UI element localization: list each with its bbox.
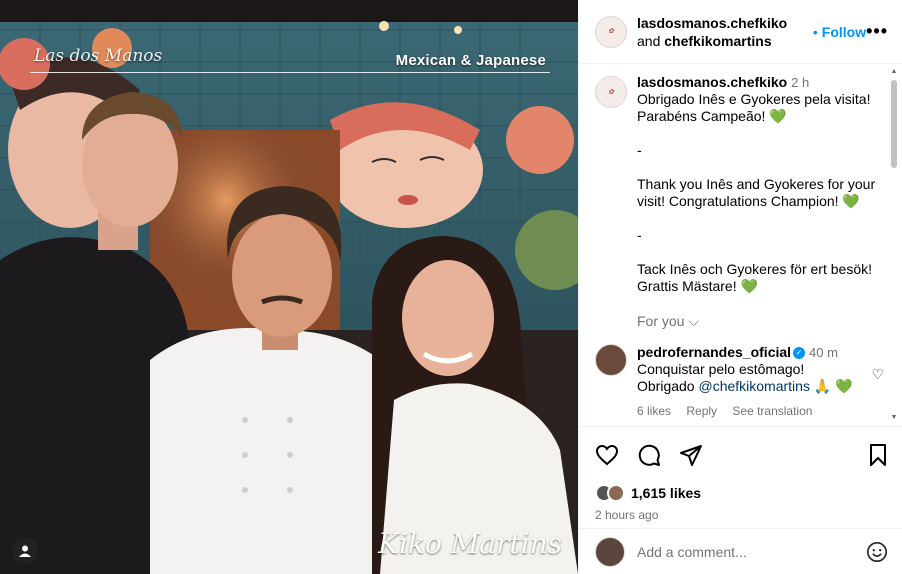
likes-count-link[interactable]: 1,615 likes — [631, 485, 701, 501]
comment-emoji: 🙏 💚 — [809, 378, 853, 394]
comment-meta: 6 likes Reply See translation — [637, 403, 857, 420]
restaurant-logo-icon: ✿ — [608, 27, 614, 35]
restaurant-logo-text: Las dos Manos — [34, 46, 163, 66]
author-username[interactable]: lasdosmanos.chefkiko — [637, 15, 787, 31]
chevron-down-icon: ⌵ — [688, 313, 699, 329]
author-avatar[interactable]: ✿ — [595, 15, 627, 48]
caption-body: lasdosmanos.chefkiko 2 h Obrigado Inês e … — [637, 74, 877, 330]
scroll-up-arrow-icon[interactable]: ▲ — [890, 68, 898, 76]
share-send-icon[interactable] — [679, 443, 703, 467]
emoji-smiley-icon[interactable] — [866, 541, 888, 563]
caption-username[interactable]: lasdosmanos.chefkiko — [637, 74, 787, 90]
restaurant-logo-icon: ✿ — [608, 87, 614, 96]
follow-separator: • — [812, 23, 818, 40]
for-you-label: For you — [637, 313, 685, 329]
photo-scene — [0, 0, 578, 574]
post-header: ✿ lasdosmanos.chefkiko and chefkikomarti… — [579, 0, 902, 64]
viewer-avatar — [595, 536, 625, 567]
post-side-panel: ✿ lasdosmanos.chefkiko and chefkikomarti… — [578, 0, 902, 574]
reply-button[interactable]: Reply — [686, 404, 717, 418]
caption-author-avatar[interactable]: ✿ — [595, 76, 627, 108]
divider-line — [30, 72, 550, 73]
scroll-down-arrow-icon[interactable]: ▼ — [890, 414, 898, 422]
cuisine-text: Mexican & Japanese — [395, 52, 546, 69]
commenter-username[interactable]: pedrofernandes_oficial — [637, 344, 791, 360]
tagged-users-button[interactable] — [12, 538, 38, 564]
caption-paragraph: - — [637, 227, 642, 243]
caption-paragraph: Obrigado Inês e Gyokeres pela visita! Pa… — [637, 91, 871, 124]
comment-likes-link[interactable]: 6 likes — [637, 404, 671, 418]
for-you-link[interactable]: For you ⌵ — [637, 313, 877, 330]
comments-section[interactable]: ▲ ▼ ✿ lasdosmanos.chefkiko 2 h Obrigado I… — [579, 64, 902, 426]
caption-paragraph: Tack Inês och Gyokeres för ert besök! Gr… — [637, 261, 872, 294]
see-translation-link[interactable]: See translation — [732, 404, 812, 418]
chef-signature: Kiko Martins — [378, 527, 562, 560]
author-names: lasdosmanos.chefkiko and chefkikomartins — [637, 14, 809, 50]
verified-badge-icon: ✓ — [793, 347, 806, 360]
comment-like-heart-icon[interactable]: ♡ — [871, 366, 884, 420]
caption-time[interactable]: 2 h — [791, 75, 809, 90]
add-comment-bar — [579, 528, 902, 574]
liker-avatar[interactable] — [607, 484, 625, 502]
comments-scrollbar[interactable]: ▲ ▼ — [890, 68, 898, 422]
post-caption: ✿ lasdosmanos.chefkiko 2 h Obrigado Inês … — [595, 74, 902, 330]
author-and: and — [637, 32, 661, 49]
comment-bubble-icon[interactable] — [637, 443, 661, 467]
like-heart-icon[interactable] — [595, 443, 619, 467]
caption-paragraph: Thank you Inês and Gyokeres for your vis… — [637, 176, 876, 209]
user-icon — [19, 545, 31, 557]
caption-paragraph: - — [637, 142, 642, 158]
comment-time[interactable]: 40 m — [809, 345, 838, 360]
likes-row: 1,615 likes — [579, 482, 902, 504]
post-actions-bar — [579, 426, 902, 482]
more-options-button[interactable]: ••• — [866, 21, 888, 42]
coauthor-username[interactable]: chefkikomartins — [664, 33, 771, 49]
commenter-avatar[interactable] — [595, 344, 627, 376]
comment-body: pedrofernandes_oficial ✓ 40 m Conquistar p… — [637, 344, 857, 420]
post-timestamp[interactable]: 2 hours ago — [579, 504, 902, 528]
save-bookmark-icon[interactable] — [866, 443, 890, 467]
follow-button[interactable]: Follow — [822, 24, 866, 40]
comment-input[interactable] — [637, 543, 837, 560]
scrollbar-thumb[interactable] — [891, 80, 897, 168]
post-photo[interactable]: Las dos Manos Mexican & Japanese Kiko Ma… — [0, 0, 578, 574]
instagram-post: Las dos Manos Mexican & Japanese Kiko Ma… — [0, 0, 902, 574]
comment-mention-link[interactable]: @chefkikomartins — [698, 378, 809, 394]
comment-item: pedrofernandes_oficial ✓ 40 m Conquistar p… — [595, 344, 902, 420]
